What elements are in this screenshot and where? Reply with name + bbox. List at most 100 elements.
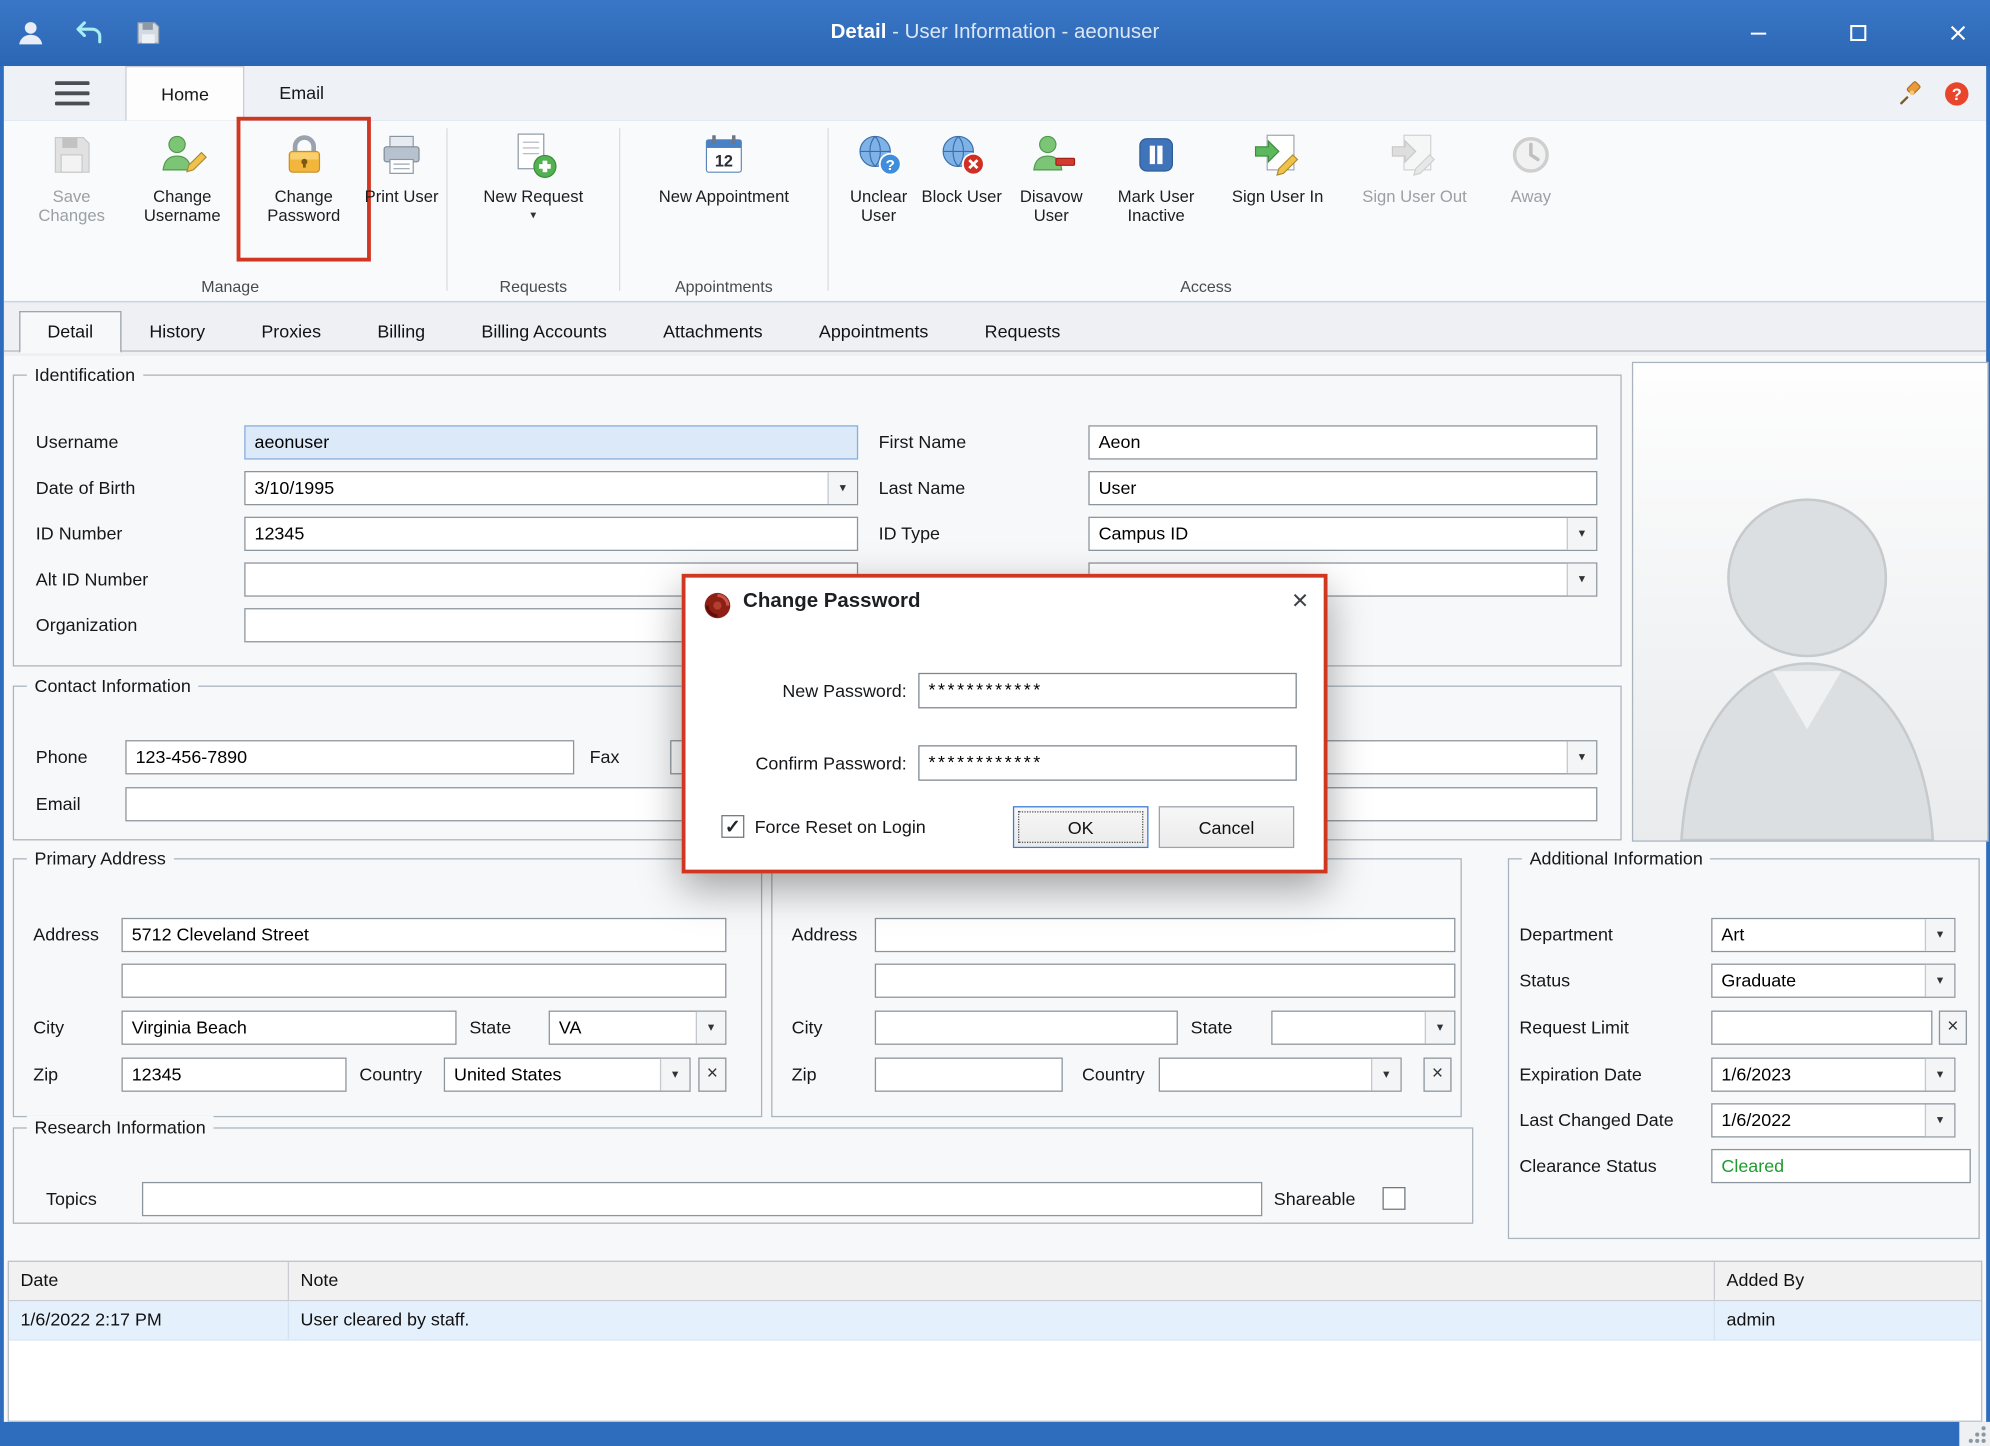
country-label: Country <box>1082 1058 1145 1092</box>
username-input[interactable]: aeonuser <box>244 425 858 459</box>
resize-grip[interactable] <box>1959 1422 1990 1446</box>
request-limit-input[interactable] <box>1711 1011 1932 1045</box>
dropdown-arrow-icon[interactable]: ▾ <box>1567 518 1596 550</box>
username-label: Username <box>36 425 119 459</box>
date-of-birth-input[interactable]: 3/10/1995▾ <box>244 471 858 505</box>
dropdown-arrow-icon[interactable]: ▾ <box>1925 965 1954 997</box>
country-label: Country <box>359 1058 422 1092</box>
shareable-checkbox[interactable] <box>1383 1187 1406 1210</box>
additional-info-legend: Additional Information <box>1522 847 1711 870</box>
dropdown-arrow-icon[interactable]: ▾ <box>1371 1059 1400 1091</box>
close-button[interactable] <box>1944 19 1972 47</box>
dropdown-arrow-icon[interactable]: ▾ <box>1925 919 1954 951</box>
cancel-button[interactable]: Cancel <box>1159 806 1295 848</box>
confirm-password-input[interactable]: ************ <box>918 745 1297 781</box>
primary-state-select[interactable]: VA▾ <box>549 1011 727 1045</box>
clearance-status-value: Cleared <box>1711 1149 1971 1183</box>
secondary-city-input[interactable] <box>875 1011 1178 1045</box>
added-by-column-header[interactable]: Added By <box>1715 1262 1981 1300</box>
dropdown-arrow-icon[interactable]: ▾ <box>660 1059 689 1091</box>
primary-address-input[interactable]: 5712 Cleveland Street <box>121 918 726 952</box>
state-label: State <box>469 1011 511 1045</box>
secondary-country-select[interactable]: ▾ <box>1159 1058 1402 1092</box>
new-request-dropdown-arrow[interactable]: ▾ <box>530 208 536 222</box>
change-username-button[interactable]: Change Username <box>121 123 242 255</box>
date-column-header[interactable]: Date <box>9 1262 289 1300</box>
print-user-button[interactable]: Print User <box>364 123 438 255</box>
phone-input[interactable]: 123-456-7890 <box>125 740 574 774</box>
save-changes-button[interactable]: Save Changes <box>22 123 122 255</box>
help-icon[interactable]: ? <box>1943 79 1971 107</box>
menu-button[interactable] <box>4 66 125 121</box>
secondary-zip-input[interactable] <box>875 1058 1063 1092</box>
secondary-address-input[interactable] <box>875 918 1456 952</box>
topics-input[interactable] <box>142 1182 1262 1216</box>
minimize-button[interactable] <box>1744 19 1772 47</box>
tab-history[interactable]: History <box>121 311 233 353</box>
disavow-user-button[interactable]: Disavow User <box>1003 123 1100 255</box>
dialog-close-button[interactable]: × <box>1292 583 1308 619</box>
tab-requests[interactable]: Requests <box>957 311 1089 353</box>
note-row[interactable]: 1/6/2022 2:17 PM User cleared by staff. … <box>9 1301 1981 1340</box>
dropdown-arrow-icon[interactable]: ▾ <box>827 472 856 504</box>
tab-appointments[interactable]: Appointments <box>791 311 957 353</box>
dropdown-arrow-icon[interactable]: ▾ <box>1925 1059 1954 1091</box>
dropdown-arrow-icon[interactable]: ▾ <box>1567 741 1596 773</box>
new-appointment-button[interactable]: 12 New Appointment <box>628 123 820 255</box>
user-minus-icon <box>1026 129 1077 180</box>
ok-button[interactable]: OK <box>1013 806 1149 848</box>
dropdown-arrow-icon[interactable]: ▾ <box>1925 1104 1954 1136</box>
zip-label: Zip <box>792 1058 817 1092</box>
app-logo-icon <box>702 590 733 620</box>
dropdown-arrow-icon[interactable]: ▾ <box>1425 1012 1454 1044</box>
titlebar[interactable]: Detail - User Information - aeonuser <box>0 0 1990 66</box>
clear-request-limit-button[interactable]: × <box>1939 1011 1967 1045</box>
block-user-button[interactable]: Block User <box>921 123 1003 255</box>
clear-country-button[interactable]: × <box>698 1058 726 1092</box>
tab-proxies[interactable]: Proxies <box>233 311 349 353</box>
last-name-input[interactable]: User <box>1088 471 1597 505</box>
new-request-icon <box>508 129 559 180</box>
change-password-button[interactable]: Change Password <box>243 123 364 255</box>
dropdown-arrow-icon[interactable]: ▾ <box>1567 564 1596 596</box>
away-button[interactable]: Away <box>1486 123 1576 255</box>
primary-city-input[interactable]: Virginia Beach <box>121 1011 456 1045</box>
research-legend: Research Information <box>27 1116 214 1139</box>
expiration-date-input[interactable]: 1/6/2023▾ <box>1711 1058 1955 1092</box>
fax-label: Fax <box>590 740 620 774</box>
tab-detail[interactable]: Detail <box>19 311 121 353</box>
tab-billing-accounts[interactable]: Billing Accounts <box>453 311 635 353</box>
ribbon-tab-email[interactable]: Email <box>245 66 359 121</box>
tab-billing[interactable]: Billing <box>349 311 453 353</box>
clear-country-button[interactable]: × <box>1423 1058 1451 1092</box>
tab-attachments[interactable]: Attachments <box>635 311 791 353</box>
mark-user-inactive-button[interactable]: Mark User Inactive <box>1100 123 1213 255</box>
unclear-user-button[interactable]: ? Unclear User <box>836 123 920 255</box>
sign-user-out-button[interactable]: Sign User Out <box>1343 123 1486 255</box>
dropdown-arrow-icon[interactable]: ▾ <box>696 1012 725 1044</box>
first-name-input[interactable]: Aeon <box>1088 425 1597 459</box>
last-name-label: Last Name <box>879 471 966 505</box>
primary-address2-input[interactable] <box>121 964 726 998</box>
primary-country-select[interactable]: United States▾ <box>444 1058 691 1092</box>
alt-id-number-label: Alt ID Number <box>36 562 148 596</box>
new-request-button[interactable]: New Request ▾ <box>455 123 611 255</box>
pin-icon[interactable] <box>1897 79 1925 107</box>
secondary-address2-input[interactable] <box>875 964 1456 998</box>
note-column-header[interactable]: Note <box>289 1262 1715 1300</box>
last-changed-date-input[interactable]: 1/6/2022▾ <box>1711 1103 1955 1137</box>
secondary-state-select[interactable]: ▾ <box>1271 1011 1455 1045</box>
status-select[interactable]: Graduate▾ <box>1711 964 1955 998</box>
force-reset-checkbox[interactable]: ✓ <box>721 815 744 838</box>
department-select[interactable]: Art▾ <box>1711 918 1955 952</box>
primary-zip-input[interactable]: 12345 <box>121 1058 346 1092</box>
id-type-select[interactable]: Campus ID▾ <box>1088 517 1597 551</box>
new-password-input[interactable]: ************ <box>918 673 1297 709</box>
secondary-address-section: Secondary Address Address City State ▾ Z… <box>771 858 1462 1117</box>
sign-user-in-button[interactable]: Sign User In <box>1212 123 1342 255</box>
ribbon-separator <box>446 128 447 291</box>
id-number-input[interactable]: 12345 <box>244 517 858 551</box>
maximize-button[interactable] <box>1844 19 1872 47</box>
ribbon-tab-home[interactable]: Home <box>125 66 244 121</box>
last-changed-date-label: Last Changed Date <box>1519 1103 1673 1137</box>
